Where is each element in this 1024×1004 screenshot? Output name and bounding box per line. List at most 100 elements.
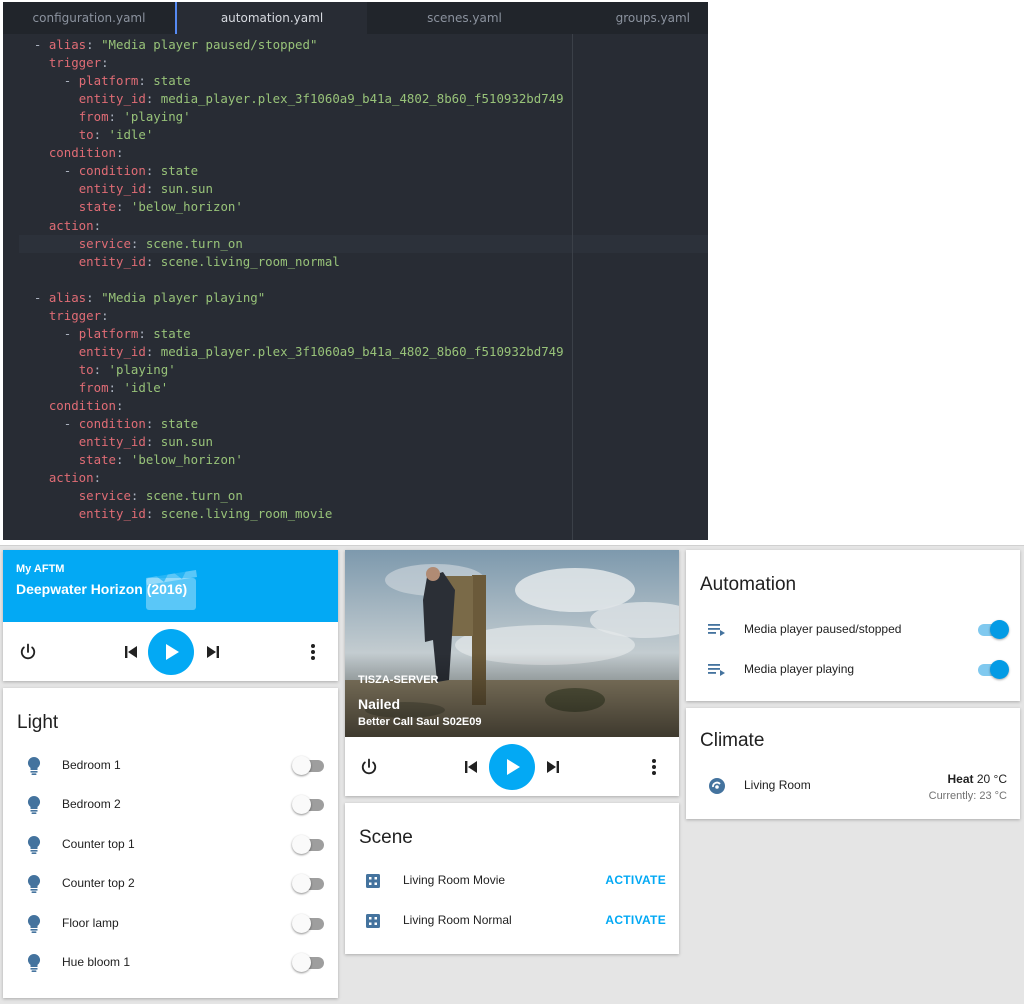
- automation-row[interactable]: Media player paused/stopped: [686, 610, 1020, 649]
- yaml-punct: [19, 488, 79, 503]
- code-line[interactable]: action:: [3, 469, 563, 487]
- yaml-key: service: [78, 235, 131, 251]
- play-button[interactable]: [489, 744, 535, 790]
- play-button[interactable]: [148, 629, 194, 675]
- code-line[interactable]: to: 'playing': [3, 361, 563, 379]
- code-line[interactable]: - alias: "Media player playing": [3, 289, 563, 307]
- yaml-key: platform: [78, 73, 139, 89]
- scene-label: Living Room Normal: [403, 912, 512, 927]
- yaml-punct: [19, 218, 49, 233]
- light-label: Hue bloom 1: [62, 955, 131, 969]
- media-banner: My AFTM Deepwater Horizon (2016): [3, 550, 338, 622]
- light-row[interactable]: Hue bloom 1: [3, 943, 338, 982]
- yaml-key: trigger: [48, 55, 102, 71]
- yaml-value: 'below_horizon': [130, 199, 243, 215]
- light-toggle[interactable]: [292, 953, 326, 973]
- yaml-punct: :: [145, 434, 161, 450]
- climate-name: Living Room: [744, 778, 811, 792]
- yaml-value: scene.living_room_normal: [160, 253, 340, 269]
- yaml-punct: :: [93, 470, 102, 486]
- yaml-punct: :: [101, 55, 109, 71]
- power-icon[interactable]: [16, 640, 40, 664]
- code-line[interactable]: - condition: state: [3, 415, 563, 433]
- code-line[interactable]: state: 'below_horizon': [3, 198, 563, 216]
- automation-row[interactable]: Media player playing: [686, 650, 1020, 689]
- code-line[interactable]: entity_id: media_player.plex_3f1060a9_b4…: [3, 343, 564, 361]
- previous-icon[interactable]: [459, 755, 483, 779]
- next-icon[interactable]: [201, 640, 225, 664]
- yaml-key: entity_id: [78, 91, 146, 107]
- code-line[interactable]: - platform: state: [3, 72, 563, 90]
- light-toggle[interactable]: [292, 874, 326, 894]
- yaml-key: entity_id: [78, 506, 146, 522]
- more-icon[interactable]: [301, 640, 325, 664]
- activate-button[interactable]: ACTIVATE: [605, 873, 666, 887]
- code-line[interactable]: entity_id: sun.sun: [3, 180, 563, 198]
- code-line[interactable]: - alias: "Media player paused/stopped": [3, 36, 563, 54]
- light-toggle[interactable]: [292, 834, 326, 855]
- scene-icon: [362, 870, 384, 892]
- code-line[interactable]: entity_id: sun.sun: [3, 433, 563, 451]
- thermostat-icon: [706, 775, 728, 797]
- climate-state: Heat 20 °C Currently: 23 °C: [929, 772, 1007, 802]
- light-toggle[interactable]: [292, 913, 326, 934]
- yaml-punct: [19, 452, 79, 467]
- yaml-punct: [19, 344, 79, 359]
- code-line[interactable]: service: scene.turn_on: [3, 487, 563, 505]
- yaml-value: "Media player paused/stopped": [101, 37, 318, 52]
- light-row[interactable]: Floor lamp: [3, 904, 338, 943]
- next-icon[interactable]: [541, 755, 565, 779]
- tab-configuration-yaml[interactable]: configuration.yaml: [3, 2, 175, 34]
- light-row[interactable]: Counter top 1: [3, 825, 338, 864]
- light-toggle[interactable]: [292, 795, 326, 815]
- more-icon[interactable]: [642, 755, 666, 779]
- light-row[interactable]: Bedroom 2: [3, 785, 338, 824]
- code-line[interactable]: entity_id: media_player.plex_3f1060a9_b4…: [3, 90, 564, 108]
- media-controls: [3, 623, 338, 681]
- code-line[interactable]: entity_id: scene.living_room_movie: [3, 505, 563, 523]
- light-toggle[interactable]: [292, 756, 326, 776]
- code-line[interactable]: condition:: [3, 144, 563, 162]
- code-line[interactable]: trigger:: [3, 54, 563, 72]
- automation-toggle[interactable]: [976, 620, 1010, 640]
- code-line[interactable]: service: scene.turn_on: [19, 234, 708, 253]
- climate-row-living-room[interactable]: Living Room Heat 20 °C Currently: 23 °C: [686, 766, 1020, 805]
- code-area[interactable]: - alias: "Media player paused/stopped" t…: [3, 34, 708, 540]
- code-line[interactable]: action:: [3, 217, 563, 235]
- tab-automation-yaml[interactable]: automation.yaml: [175, 2, 367, 34]
- code-line[interactable]: trigger:: [3, 307, 563, 325]
- automation-toggle[interactable]: [976, 659, 1010, 680]
- power-icon[interactable]: [357, 755, 381, 779]
- code-line[interactable]: to: 'idle': [3, 126, 563, 144]
- code-line[interactable]: condition:: [3, 397, 563, 415]
- yaml-punct: -: [19, 163, 79, 179]
- light-row[interactable]: Bedroom 1: [3, 746, 338, 785]
- code-line[interactable]: - condition: state: [3, 162, 563, 180]
- climate-card: Climate Living Room Heat 20 °C Currently…: [686, 708, 1020, 819]
- bulb-icon: [23, 834, 45, 856]
- yaml-key: platform: [78, 325, 139, 341]
- code-line[interactable]: entity_id: scene.living_room_normal: [3, 253, 563, 271]
- yaml-punct: :: [145, 253, 161, 269]
- code-line[interactable]: state: 'below_horizon': [3, 451, 563, 469]
- yaml-value: 'idle': [108, 127, 154, 143]
- yaml-key: condition: [78, 163, 146, 179]
- automation-card-title: Automation: [700, 574, 797, 595]
- tab-scenes-yaml[interactable]: scenes.yaml: [367, 2, 562, 34]
- tab-groups-yaml[interactable]: groups.yaml: [562, 2, 708, 34]
- yaml-punct: :: [108, 109, 124, 125]
- automation-label: Media player paused/stopped: [744, 622, 902, 636]
- code-line[interactable]: [3, 271, 563, 289]
- activate-button[interactable]: ACTIVATE: [605, 913, 666, 927]
- code-line[interactable]: - platform: state: [3, 325, 563, 343]
- scene-card-title: Scene: [359, 827, 413, 848]
- media-source: My AFTM: [16, 563, 65, 575]
- yaml-punct: :: [115, 145, 124, 161]
- yaml-key: from: [78, 379, 109, 395]
- code-line[interactable]: from: 'playing': [3, 108, 563, 126]
- media-controls: [345, 738, 679, 796]
- yaml-punct: :: [145, 416, 161, 432]
- light-row[interactable]: Counter top 2: [3, 864, 338, 903]
- previous-icon[interactable]: [119, 640, 143, 664]
- code-line[interactable]: from: 'idle': [3, 379, 563, 397]
